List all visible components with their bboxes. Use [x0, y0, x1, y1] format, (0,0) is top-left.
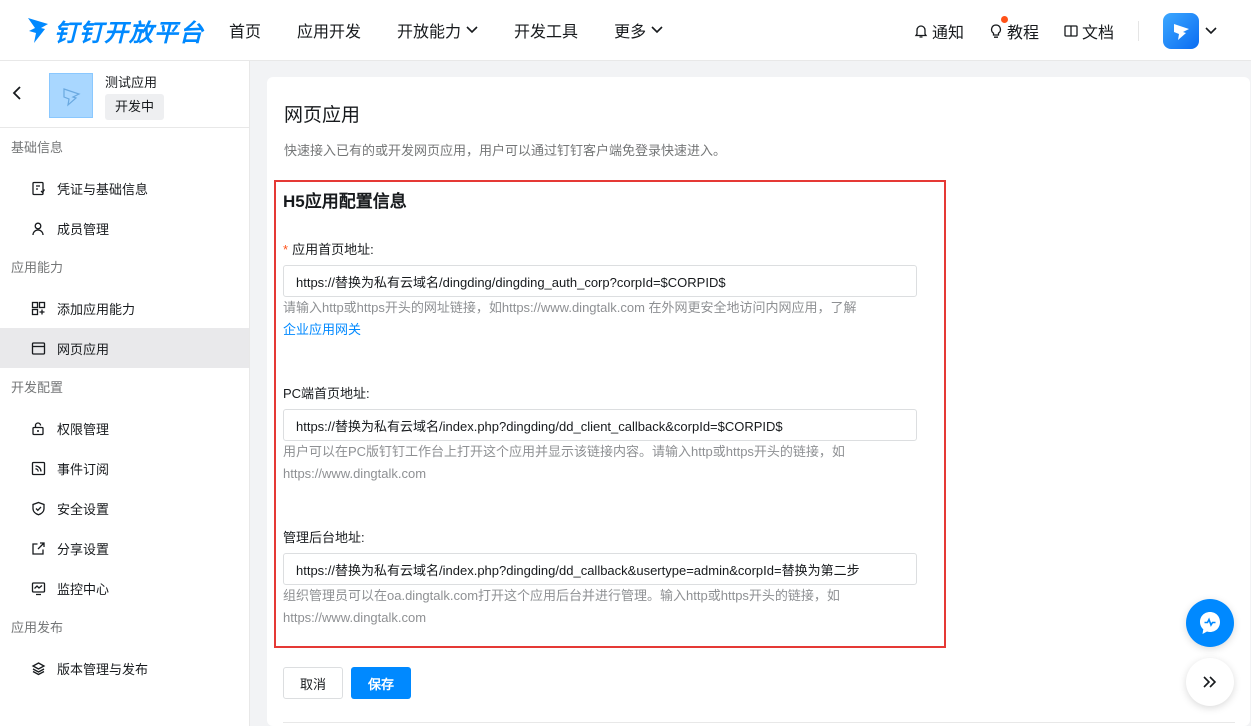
header-tools: 通知 教程 文档	[913, 0, 1251, 61]
sidebar-item-security[interactable]: 安全设置	[0, 488, 249, 528]
app-header: 测试应用 开发中	[0, 61, 249, 128]
home-url-label: * 应用首页地址:	[283, 239, 374, 258]
nav-dev-tools-label: 开发工具	[514, 24, 579, 41]
shield-icon	[32, 501, 45, 515]
divider	[283, 722, 1235, 723]
notification-dot	[1000, 15, 1008, 23]
header-divider	[1138, 20, 1139, 41]
gateway-link[interactable]: 企业应用网关	[283, 322, 361, 337]
nav-app-dev[interactable]: 应用开发	[297, 18, 361, 42]
double-chevron-right-icon	[1203, 676, 1217, 688]
nav-open-capability[interactable]: 开放能力	[397, 18, 478, 42]
bulb-icon	[990, 23, 1002, 38]
sidebar-item-label: 添加应用能力	[57, 301, 136, 317]
user-icon	[32, 222, 44, 235]
page-title: 网页应用	[284, 105, 361, 126]
sidebar-item-credential[interactable]: 凭证与基础信息	[0, 168, 249, 208]
sidebar-item-label: 网页应用	[57, 341, 110, 357]
sidebar: 测试应用 开发中 基础信息 凭证与基础信息 成员管理 应用能力 添加应用能力 网…	[0, 61, 250, 726]
pc-url-input[interactable]	[283, 409, 917, 441]
docs-label: 文档	[1081, 24, 1114, 42]
app-status-badge: 开发中	[105, 94, 165, 120]
nav-more[interactable]: 更多	[614, 18, 663, 42]
group-title-release: 应用发布	[11, 620, 64, 635]
sidebar-item-add-capability[interactable]: 添加应用能力	[0, 288, 249, 328]
notify-button[interactable]: 通知	[913, 19, 964, 43]
nav-open-capability-label: 开放能力	[397, 24, 462, 41]
sidebar-item-monitor[interactable]: 监控中心	[0, 568, 249, 608]
required-mark: *	[283, 242, 289, 257]
monitor-icon	[31, 581, 46, 595]
group-title-basic: 基础信息	[11, 140, 64, 155]
home-url-label-text: 应用首页地址:	[292, 242, 374, 257]
brand-name: 钉钉开放平台	[54, 19, 204, 47]
admin-url-label: 管理后台地址:	[283, 530, 365, 545]
grid-add-icon	[31, 301, 46, 315]
section-title: H5应用配置信息	[283, 192, 407, 211]
home-url-input[interactable]	[283, 265, 917, 297]
main-nav: 首页 应用开发 开放能力 开发工具 更多	[229, 0, 699, 61]
sidebar-item-label: 分享设置	[57, 541, 110, 557]
app-logo-icon	[63, 87, 81, 107]
tutorial-label: 教程	[1006, 24, 1039, 42]
nav-home[interactable]: 首页	[229, 18, 261, 42]
sidebar-item-webpage-app[interactable]: 网页应用	[0, 328, 249, 368]
back-arrow-icon[interactable]	[10, 85, 24, 101]
admin-url-input[interactable]	[283, 553, 917, 585]
assistant-icon	[1200, 612, 1220, 634]
page-description: 快速接入已有的或开发网页应用，用户可以通过钉钉客户端免登录快速进入。	[284, 143, 727, 158]
cancel-button[interactable]: 取消	[283, 667, 343, 699]
home-url-help: 请输入http或https开头的网址链接，如https://www.dingta…	[283, 297, 917, 341]
sidebar-item-version[interactable]: 版本管理与发布	[0, 648, 249, 688]
sidebar-item-permission[interactable]: 权限管理	[0, 408, 249, 448]
avatar	[1163, 12, 1199, 49]
rss-icon	[31, 461, 46, 475]
dingtalk-logo-icon	[28, 18, 48, 43]
sidebar-item-event[interactable]: 事件订阅	[0, 448, 249, 488]
lock-icon	[32, 421, 44, 435]
sidebar-item-members[interactable]: 成员管理	[0, 208, 249, 248]
notify-label: 通知	[931, 24, 964, 42]
brand[interactable]: 钉钉开放平台	[26, 13, 229, 48]
home-url-help-text: 请输入http或https开头的网址链接，如https://www.dingta…	[283, 300, 857, 315]
chevron-down-icon	[466, 26, 478, 34]
sidebar-item-label: 版本管理与发布	[57, 661, 149, 677]
main-panel: 网页应用 快速接入已有的或开发网页应用，用户可以通过钉钉客户端免登录快速进入。 …	[267, 77, 1250, 726]
nav-more-label: 更多	[614, 24, 647, 41]
save-button[interactable]: 保存	[351, 667, 411, 699]
chevron-down-icon	[1205, 26, 1217, 34]
sidebar-item-label: 监控中心	[57, 581, 110, 597]
h5-config-section: H5应用配置信息 *应用首页地址: 请输入http或https开头的网址链接，如…	[274, 180, 946, 648]
sidebar-item-label: 成员管理	[57, 221, 110, 237]
tutorial-button[interactable]: 教程	[988, 15, 1039, 43]
share-icon	[32, 541, 45, 555]
chevron-down-icon	[651, 26, 663, 34]
sidebar-item-label: 凭证与基础信息	[57, 181, 149, 197]
pc-url-help: 用户可以在PC版钉钉工作台上打开这个应用并显示该链接内容。请输入http或htt…	[283, 444, 845, 481]
group-title-dev-config: 开发配置	[11, 380, 64, 395]
book-icon	[1064, 24, 1078, 37]
user-menu[interactable]	[1163, 12, 1217, 49]
admin-url-help: 组织管理员可以在oa.dingtalk.com打开这个应用后台并进行管理。输入h…	[283, 588, 840, 625]
nav-home-label: 首页	[229, 24, 262, 41]
credential-icon	[32, 181, 46, 195]
docs-button[interactable]: 文档	[1063, 19, 1114, 43]
assistant-button[interactable]	[1186, 599, 1234, 647]
webpage-icon	[31, 341, 46, 355]
nav-app-dev-label: 应用开发	[297, 24, 362, 41]
sidebar-item-label: 安全设置	[57, 501, 110, 517]
app-thumbnail	[49, 73, 93, 118]
pc-url-label: PC端首页地址:	[283, 386, 370, 401]
expand-button[interactable]	[1186, 658, 1234, 706]
top-navbar: 钉钉开放平台 首页 应用开发 开放能力 开发工具 更多 通知 教程 文档	[0, 0, 1251, 61]
app-name: 测试应用	[105, 75, 158, 90]
nav-dev-tools[interactable]: 开发工具	[514, 18, 578, 42]
sidebar-item-share[interactable]: 分享设置	[0, 528, 249, 568]
sidebar-item-label: 权限管理	[57, 421, 110, 437]
dingtalk-avatar-icon	[1174, 23, 1189, 40]
sidebar-item-label: 事件订阅	[57, 461, 110, 477]
bell-icon	[914, 24, 928, 38]
group-title-capability: 应用能力	[11, 260, 64, 275]
layers-icon	[31, 661, 46, 675]
